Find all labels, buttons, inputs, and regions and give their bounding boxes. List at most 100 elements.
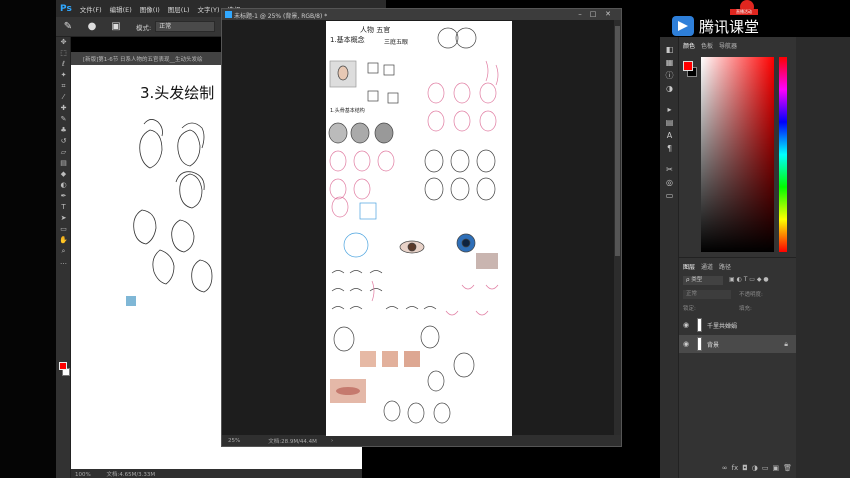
main-document-title[interactable]: 未标题-1 @ 25% (背景, RGB/8) * xyxy=(222,9,621,20)
hue-slider[interactable] xyxy=(779,57,787,252)
toolbar: ✥ ⬚ ℓ ✦ ⌗ ⁄ ✚ ✎ ♣ ↺ ▱ ▤ ◆ ◐ ✒ T ➤ ▭ ✋ ⌕ … xyxy=(56,37,71,478)
scrollbar-thumb[interactable] xyxy=(615,26,620,256)
note-skull: 1.头骨基本结构 xyxy=(330,108,365,114)
layer-name: 背景 xyxy=(707,341,720,349)
tab-paths[interactable]: 路径 xyxy=(719,262,731,272)
move-icon[interactable]: ✥ xyxy=(56,37,71,48)
tab-navigator[interactable]: 导航器 xyxy=(719,41,737,51)
new-layer-icon[interactable]: ▣ xyxy=(772,464,779,472)
layer-filter-icons[interactable]: ▣ ◐ T ▭ ◆ ● xyxy=(729,276,769,283)
menu-type[interactable]: 文字(Y) xyxy=(198,4,220,14)
maximize-icon[interactable]: □ xyxy=(588,10,598,19)
mask-icon[interactable]: ◘ xyxy=(742,464,748,472)
color-panel: 颜色 色板 导航器 xyxy=(679,37,796,257)
brand-text: 腾讯课堂 xyxy=(699,17,760,36)
menu-edit[interactable]: 编辑(E) xyxy=(110,4,132,14)
lock-label[interactable]: 锁定: xyxy=(683,304,696,312)
zoom-icon[interactable]: ⌕ xyxy=(56,246,71,257)
mode-select[interactable]: 正常 xyxy=(155,21,216,32)
menu-file[interactable]: 文件(F) xyxy=(80,4,102,14)
stamp-icon[interactable]: ♣ xyxy=(56,125,71,136)
lasso-icon[interactable]: ℓ xyxy=(56,59,71,70)
visibility-eye-icon[interactable]: ◉ xyxy=(683,340,693,348)
adjustment-layer-icon[interactable]: ◑ xyxy=(752,464,758,472)
brush-panel-icon[interactable]: ▣ xyxy=(110,21,122,33)
blend-mode-select[interactable]: 正常 xyxy=(683,290,731,299)
color-picker-field[interactable] xyxy=(701,57,774,252)
screen-edge xyxy=(0,0,56,478)
vertical-scrollbar[interactable] xyxy=(614,20,621,435)
shape-icon[interactable]: ▭ xyxy=(56,224,71,235)
opacity-label[interactable]: 不透明度: xyxy=(739,290,763,298)
eyedropper-icon[interactable]: ⁄ xyxy=(56,92,71,103)
more-tools-icon[interactable]: … xyxy=(56,257,71,268)
channels-icon[interactable]: ▭ xyxy=(660,189,679,202)
hair-drawing-heading: 3.头发绘制 xyxy=(140,84,215,102)
fx-icon[interactable]: fx xyxy=(732,464,739,472)
adjustments-icon[interactable]: ◑ xyxy=(660,82,679,95)
main-zoom[interactable]: 25% xyxy=(228,438,240,444)
character-icon[interactable]: A xyxy=(660,129,679,142)
layer-name: 千里共婵娟 xyxy=(707,322,738,330)
hair-sketches xyxy=(126,119,213,306)
background-document-tab[interactable]: [新版]第1-6节 日系人物的五官表现__生动头发绘 xyxy=(71,52,221,65)
tencent-classroom-watermark: 腾讯课堂 xyxy=(672,12,782,40)
paragraph-icon[interactable]: ¶ xyxy=(660,142,679,155)
color-foreground-swatch[interactable] xyxy=(683,61,693,71)
layer-row[interactable]: ◉ 千里共婵娟 xyxy=(679,316,796,334)
path-select-icon[interactable]: ➤ xyxy=(56,213,71,224)
tab-swatches[interactable]: 色板 xyxy=(701,41,713,51)
brush-size-icon[interactable]: ● xyxy=(86,21,98,33)
mode-label: 模式: xyxy=(136,23,152,32)
hand-icon[interactable]: ✋ xyxy=(56,235,71,246)
foreground-swatch[interactable] xyxy=(59,362,67,370)
layer-row[interactable]: ◉ 背景 🔒︎ xyxy=(679,335,796,353)
play-logo-icon xyxy=(672,16,694,36)
tools-icon[interactable]: ✂ xyxy=(660,163,679,176)
group-icon[interactable]: ▭ xyxy=(762,464,769,472)
actions-icon[interactable]: ▤ xyxy=(660,116,679,129)
swatches-icon[interactable]: ▦ xyxy=(660,56,679,69)
minimize-icon[interactable]: – xyxy=(575,10,585,19)
brush-icon[interactable]: ✎ xyxy=(56,114,71,125)
menu-layer[interactable]: 图层(L) xyxy=(168,4,190,14)
layers-panel-tabs: 图层 通道 路径 xyxy=(679,262,796,272)
color-icon[interactable]: ◧ xyxy=(660,43,679,56)
layer-thumbnail xyxy=(697,318,702,332)
layers-filter-select[interactable]: ρ 类型 xyxy=(683,276,723,285)
note-proportion: 三庭五眼 xyxy=(384,39,409,46)
eraser-icon[interactable]: ▱ xyxy=(56,147,71,158)
menu-image[interactable]: 图像(I) xyxy=(140,4,160,14)
lock-icon[interactable]: 🔒︎ xyxy=(784,340,788,349)
dodge-icon[interactable]: ◐ xyxy=(56,180,71,191)
pen-icon[interactable]: ✒ xyxy=(56,191,71,202)
tab-channels[interactable]: 通道 xyxy=(701,262,713,272)
foreground-background-swatches[interactable] xyxy=(59,362,70,378)
sketch-artwork[interactable]: 人物 五官 1.基本概念 三庭五眼 1.头骨基本结构 xyxy=(326,21,512,436)
right-dock-icons: ◧ ▦ ⓘ ◑ ▸ ▤ A ¶ ✂ ◎ ▭ xyxy=(660,37,679,478)
visibility-eye-icon[interactable]: ◉ xyxy=(683,321,693,329)
sketch-drawings xyxy=(328,27,499,424)
link-icon[interactable]: ∞ xyxy=(722,464,728,472)
brush-tool-icon[interactable]: ✎ xyxy=(62,21,74,33)
marquee-icon[interactable]: ⬚ xyxy=(56,48,71,59)
status-arrow-icon[interactable]: › xyxy=(331,438,333,444)
history-brush-icon[interactable]: ↺ xyxy=(56,136,71,147)
info-icon[interactable]: ⓘ xyxy=(660,69,679,82)
fill-label[interactable]: 填充: xyxy=(739,304,752,312)
healing-icon[interactable]: ✚ xyxy=(56,103,71,114)
trash-icon[interactable]: 🗑︎ xyxy=(783,464,792,472)
crop-icon[interactable]: ⌗ xyxy=(56,81,71,92)
tab-color[interactable]: 颜色 xyxy=(683,41,695,51)
close-icon[interactable]: ✕ xyxy=(603,10,613,19)
type-icon[interactable]: T xyxy=(56,202,71,213)
blur-icon[interactable]: ◆ xyxy=(56,169,71,180)
brush-presets-icon[interactable]: ◎ xyxy=(660,176,679,189)
main-document-status: 25% 文档:28.9M/44.4M › xyxy=(222,435,621,446)
magic-wand-icon[interactable]: ✦ xyxy=(56,70,71,81)
tab-layers[interactable]: 图层 xyxy=(683,262,695,272)
background-doc-size: 文档:4.65M/3.33M xyxy=(106,472,156,478)
gradient-icon[interactable]: ▤ xyxy=(56,158,71,169)
history-icon[interactable]: ▸ xyxy=(660,103,679,116)
background-document-status: 100% 文档:4.65M/3.33M xyxy=(71,469,362,478)
